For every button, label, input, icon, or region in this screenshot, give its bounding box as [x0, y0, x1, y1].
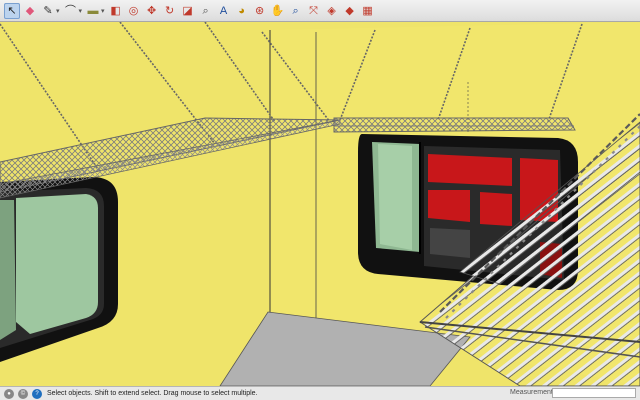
geolocation-icon[interactable]: ● — [4, 388, 14, 399]
select-tool-icon[interactable]: ↖ — [4, 2, 20, 19]
zoom-tool-icon[interactable]: ⌕ — [288, 3, 304, 19]
text-tool-icon[interactable]: A — [216, 3, 232, 19]
paint-bucket-tool-icon[interactable]: ◕ — [234, 3, 250, 19]
rectangle-tool-dropdown-icon[interactable]: ▾ — [101, 7, 105, 15]
status-bar: ● © ? Select objects. Shift to extend se… — [0, 386, 640, 400]
measurements-label: Measurements — [510, 389, 557, 396]
move-tool-icon[interactable]: ✥ — [144, 3, 160, 19]
main-toolbar: ↖ ◆ ✎ ▾ ⌒ ▾ ▬ ▾ ◧ ◎ ✥ ↻ ◪ ⌕ A ◕ ⊛ ✋ ⌕ ⤧ ◈ ◆ ▦ — [0, 0, 640, 22]
push-pull-tool-icon[interactable]: ◧ — [108, 3, 124, 19]
tape-measure-tool-icon[interactable]: ⌕ — [198, 3, 214, 19]
scale-tool-icon[interactable]: ◪ — [180, 3, 196, 19]
zoom-extents-tool-icon[interactable]: ⤧ — [306, 3, 322, 19]
model-view[interactable] — [0, 22, 640, 386]
line-tool-icon[interactable]: ✎ — [40, 3, 56, 19]
extension-warehouse-icon[interactable]: ◆ — [342, 3, 358, 19]
3d-warehouse-icon[interactable]: ◈ — [324, 3, 340, 19]
arc-tool-icon[interactable]: ⌒ — [63, 3, 79, 19]
measurements-input[interactable] — [552, 388, 636, 398]
rectangle-tool-icon[interactable]: ▬ — [85, 3, 101, 19]
credits-icon[interactable]: © — [18, 388, 28, 399]
3d-viewport[interactable] — [0, 22, 640, 386]
instructor-icon[interactable]: ? — [32, 388, 42, 399]
line-tool-dropdown-icon[interactable]: ▾ — [56, 7, 60, 15]
eraser-tool-icon[interactable]: ◆ — [22, 3, 38, 19]
pan-tool-icon[interactable]: ✋ — [270, 3, 286, 19]
wire-rack-right — [333, 117, 576, 133]
rotate-tool-icon[interactable]: ↻ — [162, 3, 178, 19]
layout-icon[interactable]: ▦ — [360, 3, 376, 19]
orbit-tool-icon[interactable]: ⊛ — [252, 3, 268, 19]
arc-tool-dropdown-icon[interactable]: ▾ — [79, 7, 83, 15]
offset-tool-icon[interactable]: ◎ — [126, 3, 142, 19]
status-message: Select objects. Shift to extend select. … — [47, 390, 258, 397]
